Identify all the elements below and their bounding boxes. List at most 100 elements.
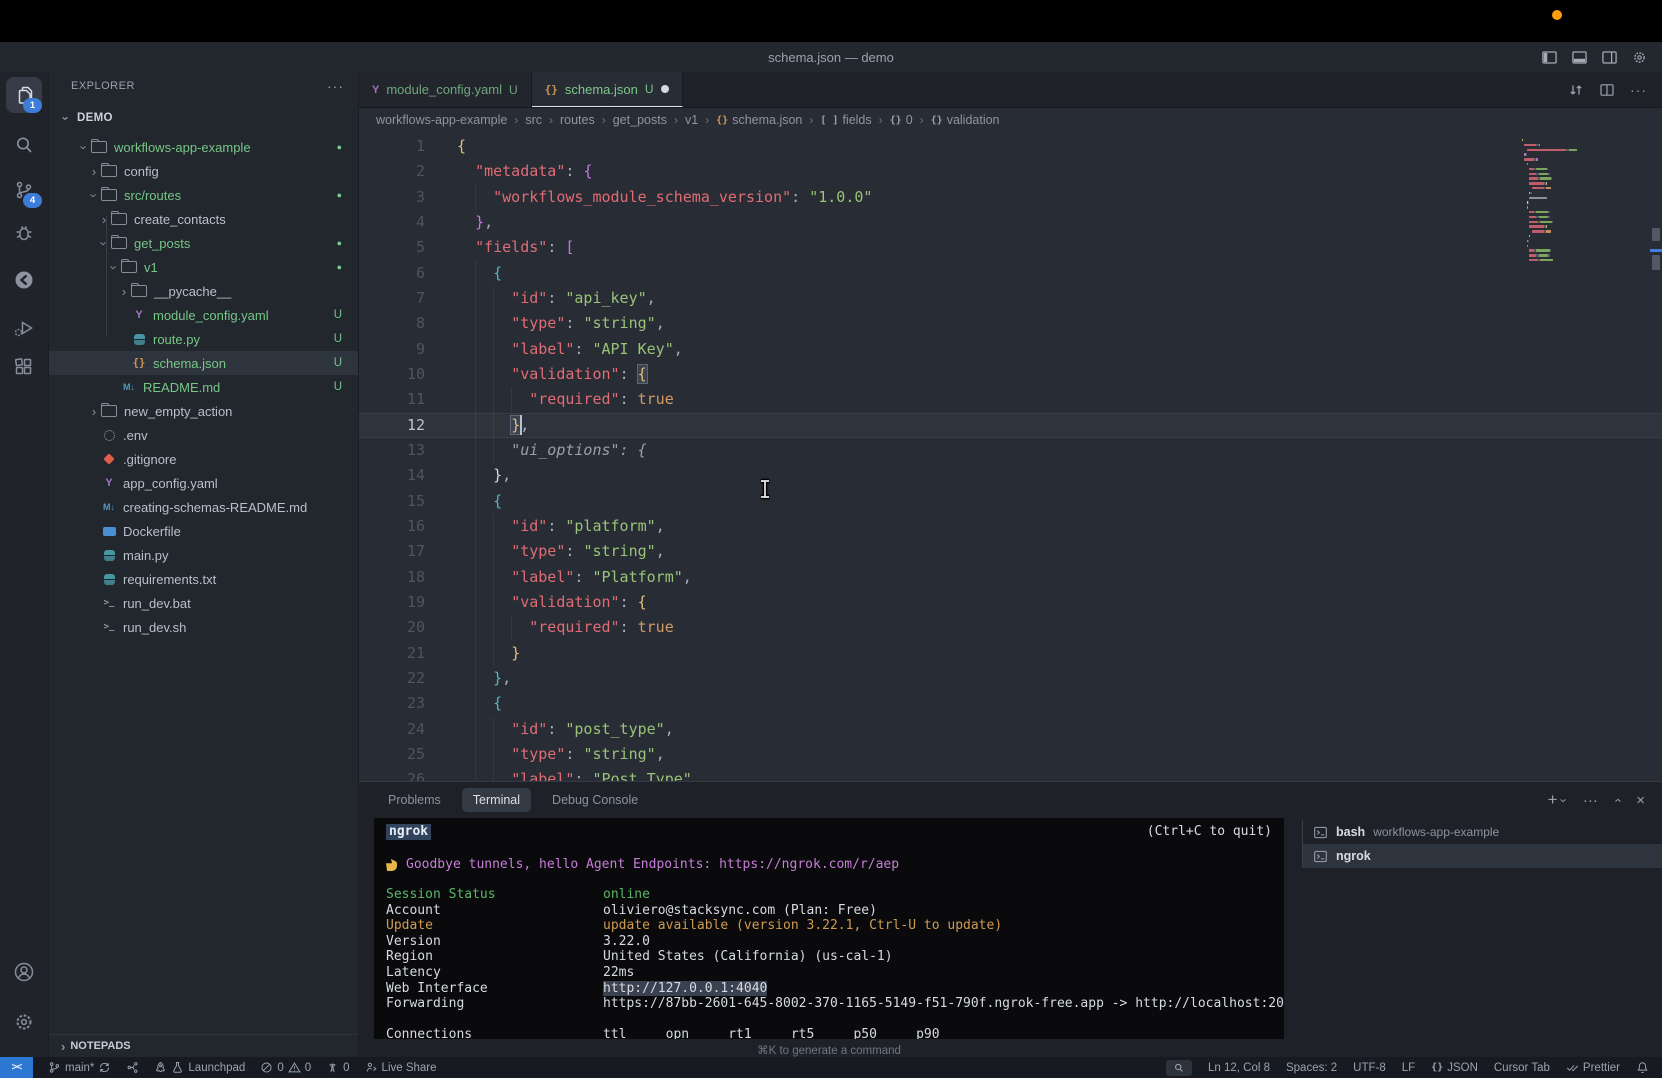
breadcrumb-item-src[interactable]: src	[525, 113, 542, 127]
panel-tab-debug-console[interactable]: Debug Console	[541, 788, 649, 812]
encoding-item[interactable]: UTF-8	[1353, 1062, 1386, 1074]
breadcrumb-item-routes[interactable]: routes	[560, 113, 595, 127]
terminal-output[interactable]: ngrok (Ctrl+C to quit) Goodbye tunnels, …	[374, 818, 1284, 1039]
toggle-primary-sidebar-icon[interactable]	[1541, 49, 1558, 66]
tab-module-config-yaml[interactable]: Y module_config.yaml U	[359, 72, 532, 107]
remote-indicator[interactable]: ><	[0, 1057, 33, 1078]
tree-item-create_contacts[interactable]: ›create_contacts	[49, 207, 358, 231]
problems-item[interactable]: 0 0	[260, 1061, 311, 1074]
compare-changes-icon[interactable]	[1568, 82, 1584, 98]
activity-item-extensions[interactable]	[6, 349, 42, 385]
breadcrumb-separator: ›	[602, 113, 606, 127]
breadcrumb-separator: ›	[514, 113, 518, 127]
explorer-more-icon[interactable]: ···	[327, 78, 344, 94]
tree-item-main.py[interactable]: main.py	[49, 543, 358, 567]
activity-item-explorer[interactable]: 1	[6, 77, 42, 113]
overview-ruler[interactable]	[1650, 131, 1662, 781]
breadcrumb[interactable]: workflows-app-example›src›routes›get_pos…	[359, 108, 1662, 132]
indentation-item[interactable]: Spaces: 2	[1286, 1062, 1337, 1074]
chevron-right-icon: ›	[87, 165, 101, 178]
code-line-14: 14 },	[359, 463, 1662, 488]
tab-schema-json[interactable]: {} schema.json U	[532, 72, 683, 107]
activity-item-accounts[interactable]	[6, 954, 42, 990]
sync-icon	[98, 1061, 111, 1074]
activity-item-source-control[interactable]: 4	[6, 172, 42, 208]
tree-item-v1[interactable]: ›v1●	[49, 255, 358, 279]
new-terminal-button[interactable]: +›	[1548, 790, 1566, 810]
file-name: Dockerfile	[123, 524, 181, 539]
panel-more-actions-icon[interactable]: ···	[1583, 792, 1598, 809]
tree-item-run_dev.sh[interactable]: >_run_dev.sh	[49, 615, 358, 639]
tree-item-__pycache__[interactable]: ›__pycache__	[49, 279, 358, 303]
git-graph-item[interactable]	[126, 1061, 139, 1074]
breadcrumb-item-v1[interactable]: v1	[685, 113, 698, 127]
tree-item-requirements.txt[interactable]: requirements.txt	[49, 567, 358, 591]
git-branch-item[interactable]: main*	[48, 1061, 111, 1074]
notepads-section-header[interactable]: › NOTEPADS	[49, 1034, 358, 1057]
breadcrumb-item-get_posts[interactable]: get_posts	[613, 113, 667, 127]
workspace-section-header[interactable]: › DEMO	[49, 106, 358, 130]
language-mode-item[interactable]: {} JSON	[1431, 1062, 1478, 1074]
code-editor[interactable]: 1{2 "metadata": {3 "workflows_module_sch…	[359, 131, 1662, 784]
close-panel-icon[interactable]: ×	[1636, 792, 1645, 809]
notepads-label: NOTEPADS	[70, 1040, 130, 1052]
search-status-button[interactable]	[1166, 1060, 1192, 1076]
git-modified-dot: ●	[337, 238, 342, 248]
unsaved-changes-dot[interactable]	[661, 85, 669, 93]
terminal-instance-bash[interactable]: bashworkflows-app-example	[1303, 820, 1662, 844]
tree-item-run_dev.bat[interactable]: >_run_dev.bat	[49, 591, 358, 615]
tree-item-workflows-app-example[interactable]: ›workflows-app-example●	[49, 135, 358, 159]
eol-item[interactable]: LF	[1402, 1062, 1415, 1074]
activity-item-debug[interactable]	[6, 215, 42, 251]
split-editor-icon[interactable]	[1599, 82, 1615, 98]
terminal-icon	[1313, 825, 1328, 840]
tree-item-.env[interactable]: .env	[49, 423, 358, 447]
terminal-instance-ngrok[interactable]: ngrok	[1303, 844, 1662, 868]
breadcrumb-item-fields[interactable]: [ ]fields	[820, 113, 871, 127]
tree-item-app_config.yaml[interactable]: Yapp_config.yaml	[49, 471, 358, 495]
toggle-panel-icon[interactable]	[1571, 49, 1588, 66]
activity-item-search[interactable]	[6, 127, 42, 163]
tree-item-get_posts[interactable]: ›get_posts●	[49, 231, 358, 255]
panel-tab-terminal[interactable]: Terminal	[462, 788, 531, 812]
activity-item-settings[interactable]	[6, 1004, 42, 1040]
breadcrumb-item-schema.json[interactable]: {}schema.json	[716, 113, 802, 127]
live-share-item[interactable]: Live Share	[365, 1061, 437, 1074]
notifications-item[interactable]	[1636, 1061, 1649, 1074]
tree-item-.gitignore[interactable]: .gitignore	[49, 447, 358, 471]
ports-item[interactable]: 0	[326, 1061, 349, 1074]
git-status-badge: U	[645, 82, 654, 96]
code-text: },	[457, 666, 511, 691]
toggle-secondary-sidebar-icon[interactable]	[1601, 49, 1618, 66]
tree-item-README.md[interactable]: M↓README.mdU	[49, 375, 358, 399]
launchpad-item[interactable]: Launchpad	[154, 1061, 245, 1074]
code-text: {	[457, 691, 502, 716]
minimap[interactable]	[1522, 139, 1602, 339]
activity-item-run-and-debug[interactable]	[6, 310, 42, 346]
settings-gear-icon[interactable]	[1631, 49, 1648, 66]
breadcrumb-item-workflows-app-example[interactable]: workflows-app-example	[376, 113, 507, 127]
tree-item-creating-schemas-README.md[interactable]: M↓creating-schemas-README.md	[49, 495, 358, 519]
panel-tab-problems[interactable]: Problems	[377, 788, 452, 812]
indent-guide	[475, 666, 476, 691]
formatter-item[interactable]: Prettier	[1566, 1061, 1620, 1074]
gear-file-icon	[101, 430, 117, 441]
tree-item-module_config.yaml[interactable]: Ymodule_config.yamlU	[49, 303, 358, 327]
editor-actions: ···	[1568, 72, 1662, 107]
activity-item-cursor-extension[interactable]	[6, 262, 42, 298]
tree-item-Dockerfile[interactable]: Dockerfile	[49, 519, 358, 543]
terminal-row-value: 3.22.0	[603, 934, 650, 950]
cursor-position-item[interactable]: Ln 12, Col 8	[1208, 1062, 1270, 1074]
maximize-panel-icon[interactable]: ›	[1610, 798, 1625, 802]
search-icon	[12, 133, 36, 157]
tree-item-route.py[interactable]: route.pyU	[49, 327, 358, 351]
tree-item-config[interactable]: ›config	[49, 159, 358, 183]
tree-item-src/routes[interactable]: ›src/routes●	[49, 183, 358, 207]
tree-item-new_empty_action[interactable]: ›new_empty_action	[49, 399, 358, 423]
breadcrumb-item-0[interactable]: {}0	[890, 113, 913, 127]
cursor-tab-item[interactable]: Cursor Tab	[1494, 1062, 1550, 1074]
breadcrumb-item-validation[interactable]: {}validation	[931, 113, 1000, 127]
editor-more-actions-icon[interactable]: ···	[1630, 82, 1647, 98]
tree-item-schema.json[interactable]: {}schema.jsonU	[49, 351, 358, 375]
terminal-instance-list: bashworkflows-app-examplengrok	[1302, 820, 1662, 868]
